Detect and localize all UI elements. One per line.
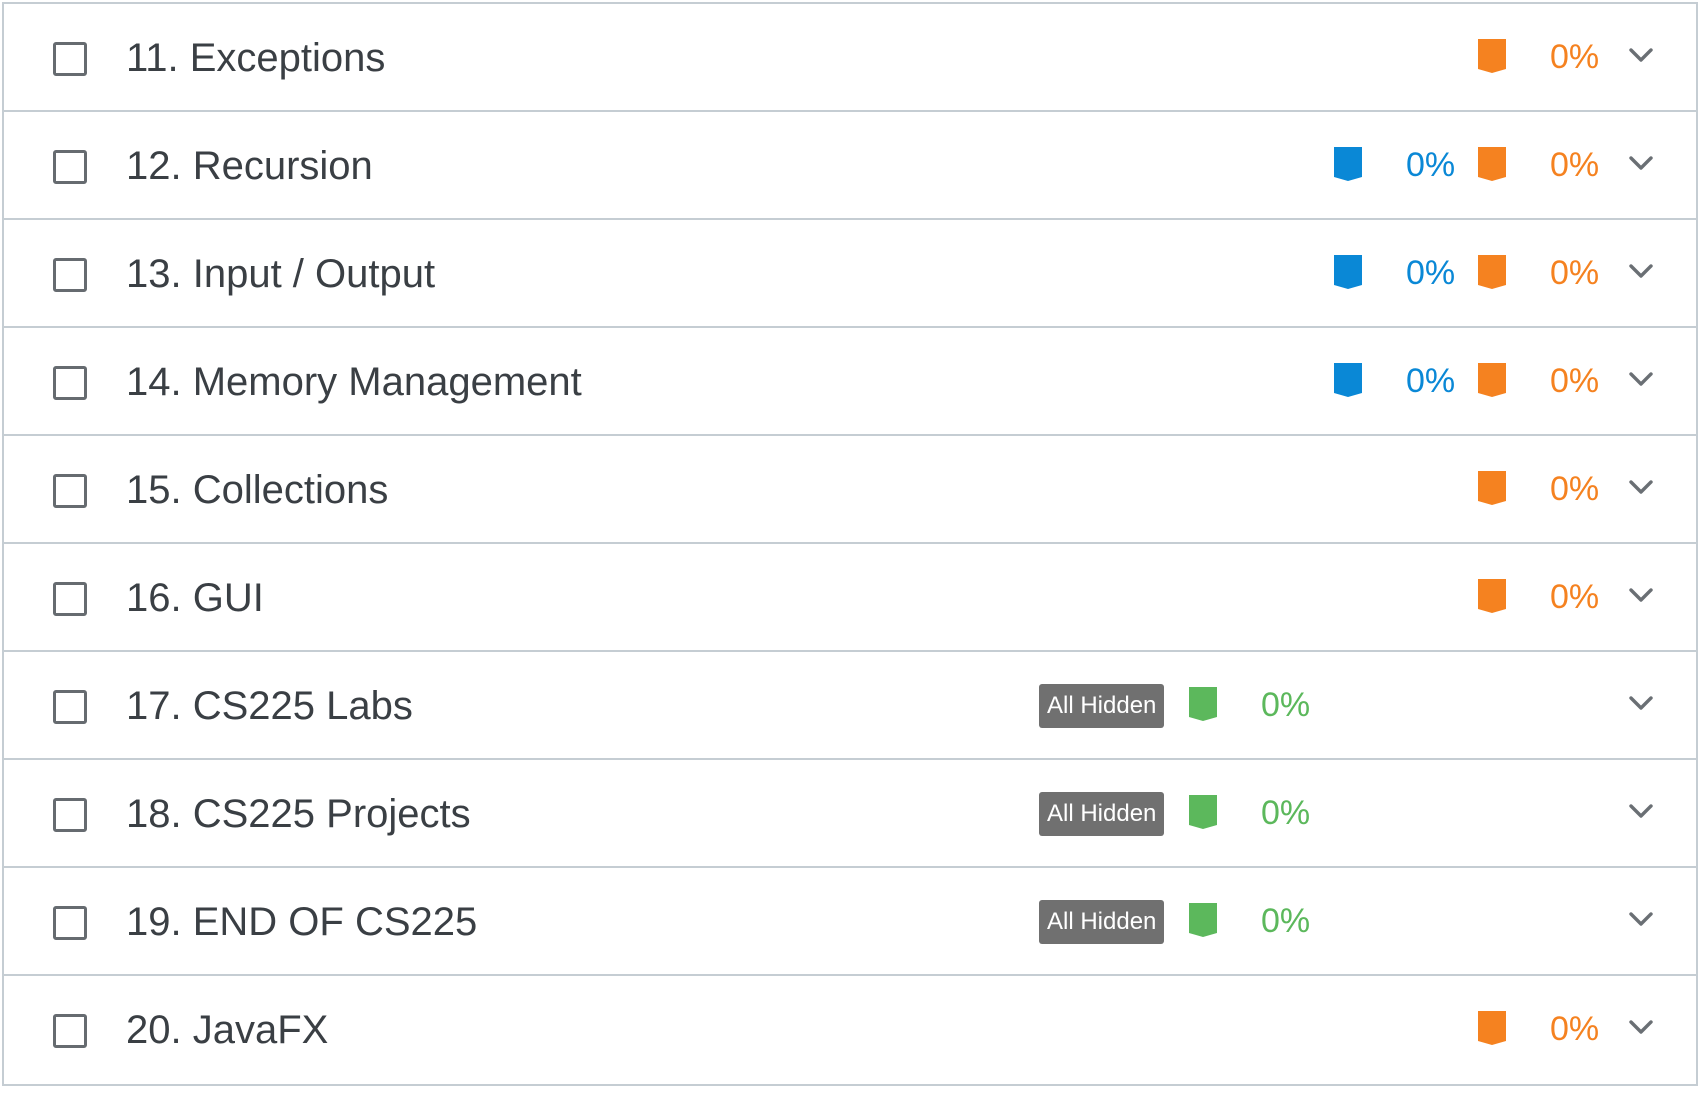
checkbox[interactable] <box>53 474 87 508</box>
chevron-down-icon[interactable] <box>1628 802 1654 822</box>
green-progress-percent: 0% <box>1261 902 1311 940</box>
section-title: 13. Input / Output <box>126 252 436 296</box>
orange-progress-percent: 0% <box>1550 254 1600 292</box>
chevron-down-icon[interactable] <box>1628 910 1654 930</box>
checkbox[interactable] <box>53 1014 87 1048</box>
section-title: 12. Recursion <box>126 144 373 188</box>
chevron-down-icon[interactable] <box>1628 478 1654 498</box>
orange-flag-icon <box>1476 579 1508 613</box>
checkbox[interactable] <box>53 258 87 292</box>
blue-flag-icon <box>1332 363 1364 397</box>
list-item[interactable]: 15. Collections 0% <box>2 436 1698 544</box>
section-title: 19. END OF CS225 <box>126 900 478 944</box>
green-flag-icon <box>1187 687 1219 721</box>
checkbox[interactable] <box>53 690 87 724</box>
blue-progress-percent: 0% <box>1406 146 1456 184</box>
orange-progress-percent: 0% <box>1550 146 1600 184</box>
blue-flag-icon <box>1332 147 1364 181</box>
section-title: 18. CS225 Projects <box>126 792 471 836</box>
checkbox[interactable] <box>53 906 87 940</box>
list-item[interactable]: 12. Recursion 0% 0% <box>2 112 1698 220</box>
checkbox[interactable] <box>53 366 87 400</box>
orange-progress-percent: 0% <box>1550 1010 1600 1048</box>
checkbox[interactable] <box>53 582 87 616</box>
orange-flag-icon <box>1476 147 1508 181</box>
green-flag-icon <box>1187 795 1219 829</box>
list-item[interactable]: 20. JavaFX 0% <box>2 976 1698 1086</box>
section-title: 14. Memory Management <box>126 360 582 404</box>
green-flag-icon <box>1187 903 1219 937</box>
orange-flag-icon <box>1476 471 1508 505</box>
checkbox[interactable] <box>53 42 87 76</box>
orange-progress-percent: 0% <box>1550 38 1600 76</box>
list-item[interactable]: 14. Memory Management 0% 0% <box>2 328 1698 436</box>
chevron-down-icon[interactable] <box>1628 1018 1654 1038</box>
section-title: 15. Collections <box>126 468 389 512</box>
chevron-down-icon[interactable] <box>1628 586 1654 606</box>
chevron-down-icon[interactable] <box>1628 694 1654 714</box>
section-list: 11. Exceptions 0% 12. Recursion 0% 0% 13. Inp… <box>2 2 1698 1086</box>
chevron-down-icon[interactable] <box>1628 262 1654 282</box>
section-title: 20. JavaFX <box>126 1008 329 1052</box>
all-hidden-badge: All Hidden <box>1039 792 1165 836</box>
checkbox[interactable] <box>53 798 87 832</box>
all-hidden-badge: All Hidden <box>1039 684 1165 728</box>
list-item[interactable]: 16. GUI 0% <box>2 544 1698 652</box>
list-item[interactable]: 11. Exceptions 0% <box>2 4 1698 112</box>
section-title: 11. Exceptions <box>126 36 386 80</box>
blue-progress-percent: 0% <box>1406 254 1456 292</box>
chevron-down-icon[interactable] <box>1628 46 1654 66</box>
orange-flag-icon <box>1476 1011 1508 1045</box>
checkbox[interactable] <box>53 150 87 184</box>
chevron-down-icon[interactable] <box>1628 154 1654 174</box>
green-progress-percent: 0% <box>1261 794 1311 832</box>
section-title: 16. GUI <box>126 576 264 620</box>
orange-flag-icon <box>1476 363 1508 397</box>
list-item[interactable]: 19. END OF CS225 All Hidden 0% <box>2 868 1698 976</box>
orange-flag-icon <box>1476 39 1508 73</box>
blue-flag-icon <box>1332 255 1364 289</box>
list-item[interactable]: 13. Input / Output 0% 0% <box>2 220 1698 328</box>
orange-progress-percent: 0% <box>1550 470 1600 508</box>
orange-progress-percent: 0% <box>1550 362 1600 400</box>
blue-progress-percent: 0% <box>1406 362 1456 400</box>
orange-flag-icon <box>1476 255 1508 289</box>
list-item[interactable]: 18. CS225 Projects All Hidden 0% <box>2 760 1698 868</box>
orange-progress-percent: 0% <box>1550 578 1600 616</box>
all-hidden-badge: All Hidden <box>1039 900 1165 944</box>
list-item[interactable]: 17. CS225 Labs All Hidden 0% <box>2 652 1698 760</box>
chevron-down-icon[interactable] <box>1628 370 1654 390</box>
green-progress-percent: 0% <box>1261 686 1311 724</box>
section-title: 17. CS225 Labs <box>126 684 413 728</box>
